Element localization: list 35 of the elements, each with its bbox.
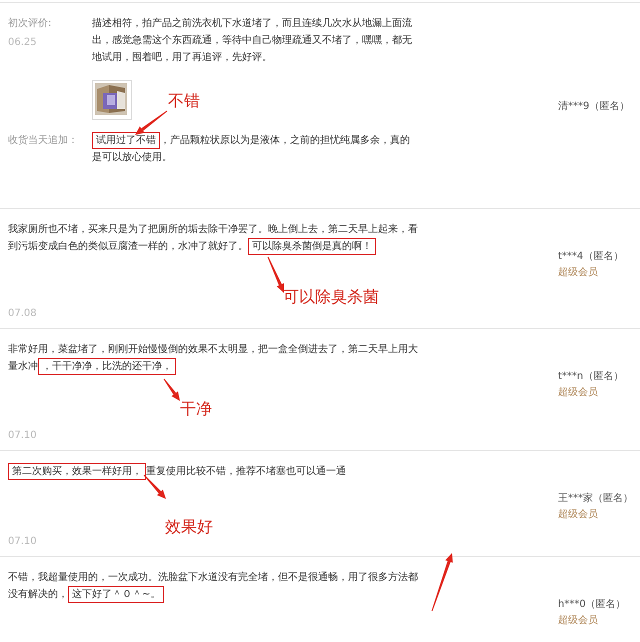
user-name[interactable]: t***n（匿名） [558,369,624,385]
user-name[interactable]: t***4（匿名） [558,249,624,265]
review-text: 描述相符，拍产品之前洗衣机下水道堵了，而且连续几次水从地漏上面流出，感觉急需这个东西疏通，等待中自己物理疏通又不堵了，嘿嘿，都无地试用，囤着吧，用了再追评，先好评。 [92,16,412,65]
member-level: 超级会员 [558,386,598,400]
highlight-box: 这下好了＾０＾~。 [68,586,164,603]
user-name[interactable]: 清***9（匿名） [558,99,630,115]
review-date: 07.08 [8,307,38,321]
highlight-box: 第二次购买，效果一样好用， [8,463,146,480]
highlight-box: 试用过了不错 [92,132,160,149]
annotation-label: 干净 [180,399,212,419]
review-thumbnail[interactable] [92,80,132,120]
append-text: 试用过了不错 ，产品颗粒状原以为是液体，之前的担忧纯属多余，真的是可以放心使用。 [92,132,412,166]
review-date: 07.10 [8,535,38,549]
review-text: 非常好用，菜盆堵了，刚刚开始慢慢倒的效果不太明显，把一盒全倒进去了，第二天早上用大量水冲 ，干干净净，比洗的还干净， [8,341,426,375]
member-level: 超级会员 [558,614,598,628]
user-name[interactable]: 王***家（匿名） [558,491,633,507]
review-date: 07.10 [8,429,38,443]
annotation-arrow [162,377,182,403]
annotation-label: 效果好 [165,517,213,537]
review-label: 初次评价: [8,16,52,31]
annotation-arrow [133,109,169,137]
member-level: 超级会员 [558,266,598,280]
append-label: 收货当天追加： [8,134,79,148]
review-text: 第二次购买，效果一样好用， 重复使用比较不错，推荐不堵塞也可以通一通 [8,463,426,480]
highlight-box: ，干干净净，比洗的还干净， [38,358,176,375]
member-level: 超级会员 [558,508,598,522]
review-text: 我家厕所也不堵，买来只是为了把厕所的垢去除干净罢了。晚上倒上去，第二天早上起来，看到污垢变成白色的类似豆腐渣一样的，水冲了就好了。 可以除臭杀菌倒是真的啊！ [8,221,426,255]
annotation-arrow [430,551,454,613]
annotation-arrow [266,255,286,295]
annotation-label: 可以除臭杀菌 [283,287,379,307]
highlight-box: 可以除臭杀菌倒是真的啊！ [248,238,376,255]
review-date: 06.25 [8,36,38,50]
annotation-label: 不错 [168,91,200,111]
user-name[interactable]: h***0（匿名） [558,597,626,613]
review-text: 不错，我超量使用的，一次成功。洗脸盆下水道没有完全堵，但不是很通畅，用了很多方法都没有解决的， 这下好了＾０＾~。 [8,569,426,603]
